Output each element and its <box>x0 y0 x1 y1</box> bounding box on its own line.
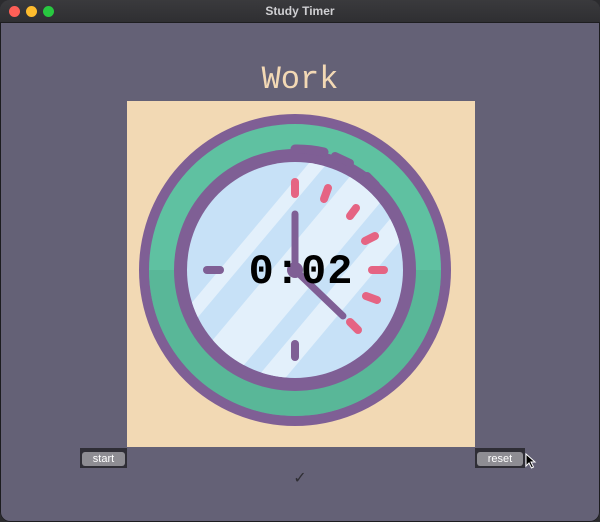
progress-arc <box>290 144 329 157</box>
start-button[interactable]: start <box>82 452 125 466</box>
countdown-display: 0:02 <box>248 248 354 296</box>
check-icon: ✓ <box>293 470 307 487</box>
mouse-cursor-icon <box>525 453 537 469</box>
mode-heading: Work <box>261 61 339 98</box>
app-window: Study Timer Work 0:02 start reset ✓ <box>0 0 600 522</box>
title-bar[interactable]: Study Timer <box>0 0 600 23</box>
window-title: Study Timer <box>265 4 335 18</box>
reset-button[interactable]: reset <box>477 452 523 466</box>
